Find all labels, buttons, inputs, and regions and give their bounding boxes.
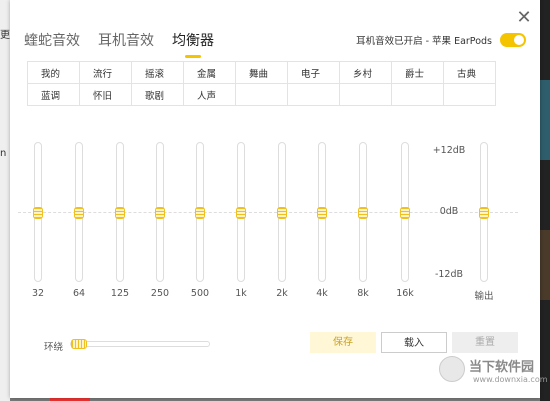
band-1k-label: 1k [235, 288, 247, 299]
preset-dance[interactable]: 舞曲 [235, 61, 288, 84]
preset-empty [391, 83, 444, 106]
tab-equalizer[interactable]: 均衡器 [172, 30, 214, 58]
earphone-effect-toggle[interactable] [500, 33, 526, 47]
band-8k-slider-handle[interactable] [358, 207, 368, 219]
band-8k-slider[interactable] [358, 142, 368, 282]
background-text: n [0, 148, 7, 159]
preset-empty [339, 83, 392, 106]
band-250-slider-handle[interactable] [155, 207, 165, 219]
band-500-slider[interactable] [195, 142, 205, 282]
watermark-logo-icon [439, 356, 465, 382]
preset-empty [287, 83, 340, 106]
band-250-label: 250 [150, 288, 170, 299]
preset-grid: 我的 流行 摇滚 金属 舞曲 电子 乡村 爵士 古典 蓝调 怀旧 歌剧 人声 [27, 61, 496, 106]
db-label-top: +12dB [432, 145, 466, 156]
band-1k-slider-handle[interactable] [236, 207, 246, 219]
preset-jazz[interactable]: 爵士 [391, 61, 444, 84]
band-2k-slider[interactable] [277, 142, 287, 282]
preset-electronic[interactable]: 电子 [287, 61, 340, 84]
band-500-label: 500 [190, 288, 210, 299]
band-64-label: 64 [72, 288, 86, 299]
band-8k-label: 8k [357, 288, 369, 299]
save-button[interactable]: 保存 [310, 332, 376, 353]
output-slider[interactable] [479, 142, 489, 282]
preset-my[interactable]: 我的 [27, 61, 80, 84]
earphone-status: 耳机音效已开启 - 苹果 EarPods [356, 33, 526, 47]
preset-empty [443, 83, 496, 106]
band-16k-slider[interactable] [400, 142, 410, 282]
band-16k-label: 16k [396, 288, 414, 299]
band-32-slider[interactable] [33, 142, 43, 282]
earphone-status-label: 耳机音效已开启 - 苹果 EarPods [356, 36, 492, 47]
background-app-left: 更 n [0, 0, 10, 401]
band-125-label: 125 [110, 288, 130, 299]
band-2k-slider-handle[interactable] [277, 207, 287, 219]
preset-empty [235, 83, 288, 106]
load-button[interactable]: 载入 [381, 332, 447, 353]
preset-rock[interactable]: 摇滚 [131, 61, 184, 84]
band-125-slider[interactable] [115, 142, 125, 282]
preset-metal[interactable]: 金属 [183, 61, 236, 84]
band-500-slider-handle[interactable] [195, 207, 205, 219]
watermark-url: www.downxia.com [473, 375, 548, 384]
preset-blues[interactable]: 蓝调 [27, 83, 80, 106]
watermark: 当下软件园 www.downxia.com [439, 353, 550, 387]
preset-vocal[interactable]: 人声 [183, 83, 236, 106]
band-250-slider[interactable] [155, 142, 165, 282]
preset-classical[interactable]: 古典 [443, 61, 496, 84]
preset-row: 蓝调 怀旧 歌剧 人声 [27, 83, 496, 106]
band-4k-slider-handle[interactable] [317, 207, 327, 219]
band-64-slider[interactable] [74, 142, 84, 282]
preset-country[interactable]: 乡村 [339, 61, 392, 84]
tab-viper-effects[interactable]: 蝰蛇音效 [24, 30, 80, 58]
band-4k-label: 4k [316, 288, 328, 299]
band-125-slider-handle[interactable] [115, 207, 125, 219]
close-icon[interactable]: ✕ [514, 8, 534, 28]
db-label-bottom: -12dB [434, 269, 464, 280]
surround-slider[interactable] [70, 339, 210, 349]
background-text: 更 [0, 30, 10, 41]
tab-bar: 蝰蛇音效 耳机音效 均衡器 [24, 30, 214, 58]
reset-button[interactable]: 重置 [452, 332, 518, 353]
band-1k-slider[interactable] [236, 142, 246, 282]
background-thumbnail [540, 80, 550, 160]
preset-row: 我的 流行 摇滚 金属 舞曲 电子 乡村 爵士 古典 [27, 61, 496, 84]
band-2k-label: 2k [276, 288, 288, 299]
band-16k-slider-handle[interactable] [400, 207, 410, 219]
preset-opera[interactable]: 歌剧 [131, 83, 184, 106]
tab-earphone-effects[interactable]: 耳机音效 [98, 30, 154, 58]
band-32-slider-handle[interactable] [33, 207, 43, 219]
surround-label: 环绕 [44, 342, 64, 353]
band-64-slider-handle[interactable] [74, 207, 84, 219]
preset-pop[interactable]: 流行 [79, 61, 132, 84]
preset-nostalgia[interactable]: 怀旧 [79, 83, 132, 106]
output-label: 输出 [474, 291, 494, 302]
band-4k-slider[interactable] [317, 142, 327, 282]
background-app-right [540, 0, 550, 401]
equalizer-dialog: ✕ 蝰蛇音效 耳机音效 均衡器 耳机音效已开启 - 苹果 EarPods 我的 … [10, 0, 548, 398]
output-slider-handle[interactable] [479, 207, 489, 219]
surround-slider-handle[interactable] [71, 339, 87, 349]
db-label-mid: 0dB [439, 206, 459, 217]
equalizer-panel: +12dB 0dB -12dB 32 64 125 250 500 1k 2k 4k 8k 16k… [10, 135, 540, 305]
band-32-label: 32 [31, 288, 45, 299]
background-thumbnail [540, 230, 550, 300]
watermark-text: 当下软件园 [469, 360, 535, 375]
